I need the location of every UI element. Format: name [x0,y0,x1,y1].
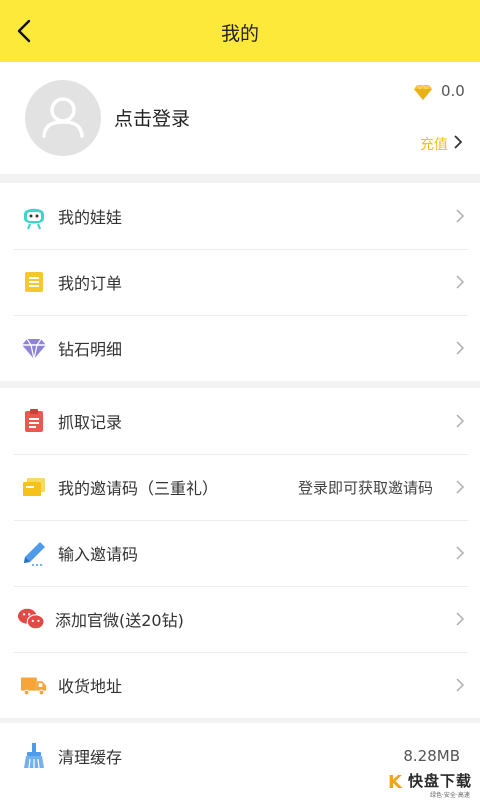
truck-icon [20,671,48,699]
chevron-right-icon [456,414,465,428]
clipboard-icon [20,407,48,435]
menu-item-shipping-address[interactable]: 收货地址 [0,652,480,718]
menu-group-2: 抓取记录 我的邀请码（三重礼） 登录即可获取邀请码 输入邀请码 添加官微(送20… [0,388,480,718]
invite-code-hint: 登录即可获取邀请码 [297,478,433,497]
broom-icon [20,742,48,770]
app-header: 我的 [0,0,480,62]
chevron-right-icon [456,209,465,223]
user-avatar-icon [42,97,84,138]
menu-item-label: 收货地址 [58,677,123,696]
avatar[interactable] [25,80,101,156]
watermark-brand: 快盘下载 [408,772,473,790]
menu-item-label: 输入邀请码 [58,545,139,564]
cache-size: 8.28MB [403,747,460,765]
chevron-right-icon[interactable] [452,133,464,151]
menu-item-enter-invite-code[interactable]: 输入邀请码 [0,520,480,586]
watermark-logo: K 快盘下载 绿色·安全·高速 [388,770,480,800]
diamond-icon [20,334,48,362]
pencil-icon [20,539,48,567]
menu-item-add-official-wechat[interactable]: 添加官微(送20钻) [0,586,480,652]
wechat-icon [17,605,45,633]
doll-face-icon [20,202,48,230]
menu-item-label: 抓取记录 [58,413,123,432]
tickets-icon [20,473,48,501]
profile-card[interactable]: 点击登录 0.0 充值 [0,62,480,174]
menu-item-my-dolls[interactable]: 我的娃娃 [0,183,480,249]
watermark-sub: 绿色·安全·高速 [430,792,470,799]
diamond-balance: 0.0 [441,82,465,100]
menu-item-my-orders[interactable]: 我的订单 [0,249,480,315]
chevron-right-icon [456,480,465,494]
menu-item-my-invite-code[interactable]: 我的邀请码（三重礼） 登录即可获取邀请码 [0,454,480,520]
menu-item-label: 我的邀请码（三重礼） [58,479,219,498]
chevron-right-icon [456,341,465,355]
menu-item-grab-records[interactable]: 抓取记录 [0,388,480,454]
menu-item-diamond-details[interactable]: 钻石明细 [0,315,480,381]
chevron-right-icon [456,678,465,692]
page-title: 我的 [220,23,259,45]
menu-item-label: 我的娃娃 [58,208,123,227]
menu-item-label: 添加官微(送20钻) [55,611,184,630]
diamond-icon [414,84,432,100]
recharge-link[interactable]: 充值 [420,134,448,154]
chevron-right-icon [456,612,465,626]
order-list-icon [20,268,48,296]
watermark-k: K [388,772,402,793]
menu-group-1: 我的娃娃 我的订单 钻石明细 [0,183,480,381]
menu-item-label: 钻石明细 [58,340,123,359]
login-link[interactable]: 点击登录 [114,104,190,131]
menu-item-label: 清理缓存 [58,748,123,767]
chevron-right-icon [456,546,465,560]
menu-item-label: 我的订单 [58,274,123,293]
chevron-right-icon [456,275,465,289]
